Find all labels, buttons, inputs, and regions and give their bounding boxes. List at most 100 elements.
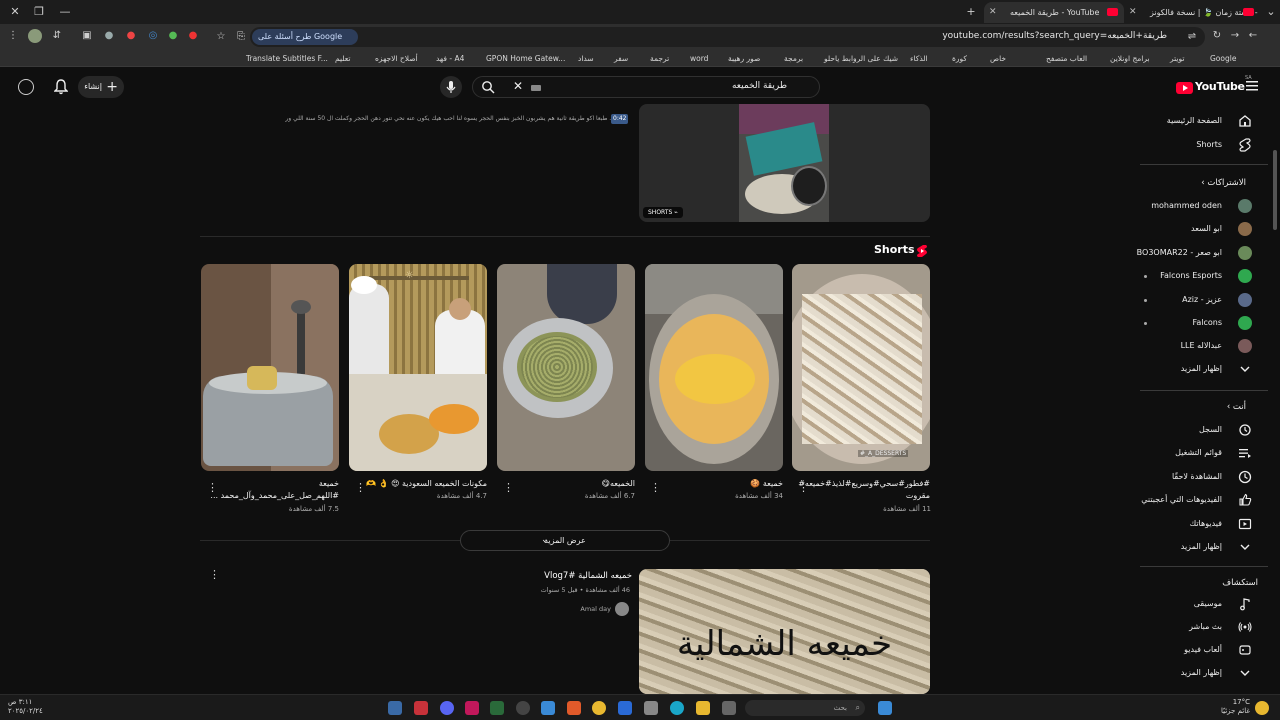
- search-box[interactable]: ✕ طريقة الخميعه: [472, 76, 820, 98]
- edge-icon[interactable]: [670, 701, 684, 715]
- sidebar-item-shorts[interactable]: Shorts: [1140, 135, 1260, 155]
- bookmark-item[interactable]: سداد: [578, 52, 594, 65]
- youtube-logo[interactable]: YouTube SA: [1176, 75, 1252, 95]
- tab-search-icon[interactable]: ⌄: [1262, 4, 1280, 20]
- clear-search-icon[interactable]: ✕: [513, 79, 523, 93]
- hamburger-menu-icon[interactable]: [1246, 81, 1258, 91]
- show-more-subscriptions[interactable]: إظهار المزيد: [1140, 359, 1260, 379]
- video-thumbnail[interactable]: SHORTS ⌁: [639, 104, 930, 222]
- more-options-icon[interactable]: ⋮: [650, 481, 661, 495]
- channel-avatar[interactable]: [615, 602, 629, 616]
- weather-widget[interactable]: 17°C غائم جزئيًا: [1208, 698, 1250, 716]
- you-heading[interactable]: أنت ›: [1227, 402, 1246, 412]
- tab-kashta[interactable]: ✕ كشتة زمان 🍃 | نسخة فالكونز - ...: [1124, 2, 1260, 23]
- search-icon[interactable]: [481, 80, 495, 94]
- short-thumbnail[interactable]: [645, 264, 783, 471]
- short-thumbnail[interactable]: #_A_DESSERTS: [792, 264, 930, 471]
- taskbar-search[interactable]: بحث ⌕: [745, 700, 865, 716]
- voice-search-button[interactable]: [440, 76, 462, 98]
- discord-icon[interactable]: [440, 701, 454, 715]
- app-icon[interactable]: [414, 701, 428, 715]
- short-title[interactable]: #فطور#سحي#وسريع#لذيذ#خميعه# مقروت: [798, 478, 930, 502]
- bookmark-item[interactable]: تويتر: [1170, 52, 1184, 65]
- bookmark-folder[interactable]: العاب متصفح: [1046, 52, 1087, 65]
- video-thumbnail[interactable]: خميعه الشمالية: [639, 569, 930, 694]
- sidebar-item-home[interactable]: الصفحة الرئيسية: [1140, 111, 1260, 131]
- more-options-icon[interactable]: ⋮: [207, 481, 218, 495]
- xbox-icon[interactable]: [490, 701, 504, 715]
- extensions-puzzle-icon[interactable]: ▣: [80, 29, 94, 43]
- bookmark-folder[interactable]: خاص: [990, 52, 1006, 65]
- short-thumbnail[interactable]: [497, 264, 635, 471]
- bookmark-folder[interactable]: برامج اونلاين: [1110, 52, 1150, 65]
- subscription-item[interactable]: عزيز - Aziz: [1140, 290, 1260, 310]
- short-title[interactable]: الخميعه😋: [505, 478, 635, 490]
- ask-google-button[interactable]: طرح أسئلة على Google: [252, 29, 359, 45]
- create-button[interactable]: إنشاء +: [78, 76, 124, 98]
- app-icon[interactable]: [465, 701, 479, 715]
- bookmark-folder[interactable]: الذكاء: [910, 52, 928, 65]
- file-explorer-icon[interactable]: [696, 701, 710, 715]
- chrome-icon[interactable]: [592, 701, 606, 715]
- bookmark-item[interactable]: فهد - A4: [436, 52, 464, 65]
- bookmark-item[interactable]: سفر: [614, 52, 628, 65]
- profile-avatar[interactable]: [28, 29, 42, 43]
- sidebar-scrollbar[interactable]: [1273, 150, 1277, 230]
- close-tab-icon[interactable]: ✕: [989, 2, 997, 23]
- short-title[interactable]: خميعة #اللهم_صل_على_محمد_وآل_محمد ...: [209, 478, 339, 502]
- address-bar[interactable]: ☆ ⎘ youtube.com/results?search_query=طري…: [217, 27, 1205, 47]
- sidebar-item-liked-videos[interactable]: الفيديوهات التي أعجبتني: [1140, 490, 1260, 510]
- sidebar-item-music[interactable]: موسيقى: [1140, 594, 1260, 614]
- minimize-window-icon[interactable]: —: [56, 4, 74, 20]
- extension-icon[interactable]: ●: [102, 29, 116, 43]
- extension-icon[interactable]: ◎: [146, 29, 160, 43]
- sidebar-item-gaming[interactable]: ألعاب فيديو: [1140, 640, 1260, 660]
- short-title[interactable]: مكونات الخميعه السعودية 😍 👌 🫶: [357, 478, 487, 490]
- start-menu-icon[interactable]: [878, 701, 892, 715]
- sidebar-item-history[interactable]: السجل: [1140, 420, 1260, 440]
- subscription-item[interactable]: mohammed oden: [1140, 196, 1260, 216]
- keyboard-icon[interactable]: [531, 85, 541, 91]
- video-title[interactable]: خميعه الشمالية #Vlog7: [400, 571, 632, 581]
- close-window-icon[interactable]: ✕: [6, 4, 24, 20]
- sidebar-item-your-videos[interactable]: فيديوهاتك: [1140, 514, 1260, 534]
- sidebar-item-live[interactable]: بث مباشر: [1140, 617, 1260, 637]
- cast-icon[interactable]: ⎘: [234, 30, 248, 44]
- sidebar-item-watch-later[interactable]: المشاهدة لاحقًا: [1140, 467, 1260, 487]
- subscription-item[interactable]: ابو صعر - BO3OMAR22: [1137, 243, 1260, 263]
- tab-youtube-search[interactable]: ✕ طريقة الخميعه - YouTube: [984, 2, 1124, 23]
- close-tab-icon[interactable]: ✕: [1129, 2, 1137, 23]
- bookmark-item[interactable]: GPON Home Gatew...: [486, 52, 565, 65]
- app-icon[interactable]: [541, 701, 555, 715]
- clock[interactable]: ٣:١١ ص ٢٠٢٥/٠٢/٢٤: [8, 698, 43, 716]
- show-more-you[interactable]: إظهار المزيد: [1140, 537, 1260, 557]
- brave-icon[interactable]: [567, 701, 581, 715]
- subscription-item[interactable]: عبدالاله LLE: [1140, 336, 1260, 356]
- subscription-item[interactable]: Falcons: [1140, 313, 1260, 333]
- more-options-icon[interactable]: ⋮: [355, 481, 366, 495]
- extension-icon[interactable]: ●: [124, 29, 138, 43]
- bookmark-folder[interactable]: ترجمة: [650, 52, 669, 65]
- app-icon[interactable]: [618, 701, 632, 715]
- site-settings-icon[interactable]: ⇌: [1185, 30, 1199, 44]
- extension-icon[interactable]: ●: [166, 29, 180, 43]
- bookmark-item[interactable]: word: [690, 52, 708, 65]
- menu-icon[interactable]: ⋮: [6, 29, 20, 43]
- steam-icon[interactable]: [388, 701, 402, 715]
- bookmark-item[interactable]: Google: [1210, 52, 1236, 65]
- more-options-icon[interactable]: ⋮: [209, 568, 220, 582]
- subscription-item[interactable]: Falcons Esports: [1140, 266, 1260, 286]
- app-icon[interactable]: [722, 701, 736, 715]
- short-title[interactable]: خميعة 🍪: [653, 478, 783, 490]
- reload-icon[interactable]: ↻: [1210, 29, 1224, 43]
- notifications-bell-icon[interactable]: [54, 79, 68, 95]
- show-more-explore[interactable]: إظهار المزيد: [1140, 663, 1260, 683]
- account-avatar[interactable]: [18, 79, 34, 95]
- bookmark-folder[interactable]: شيك على الروابط ياحلو: [824, 52, 898, 65]
- new-tab-icon[interactable]: +: [962, 4, 980, 20]
- channel-name[interactable]: Amal day: [540, 605, 611, 613]
- forward-icon[interactable]: →: [1228, 29, 1242, 43]
- store-icon[interactable]: [644, 701, 658, 715]
- short-thumbnail[interactable]: [201, 264, 339, 471]
- maximize-window-icon[interactable]: ❐: [30, 4, 48, 20]
